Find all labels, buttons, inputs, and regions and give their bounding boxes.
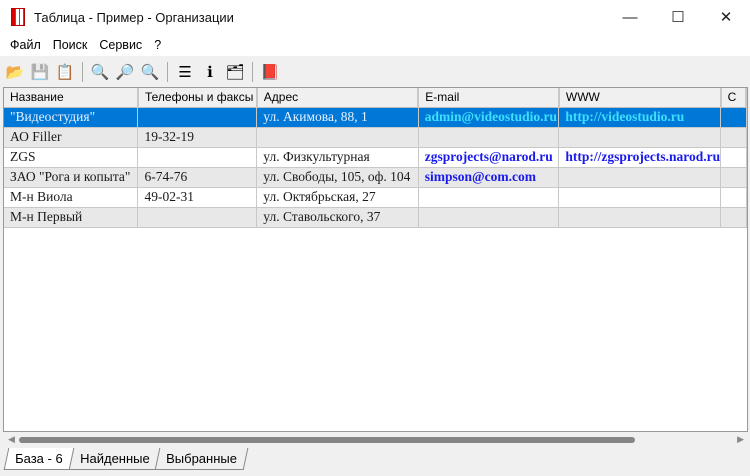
close-button[interactable]: ✕ xyxy=(702,0,750,34)
table-cell[interactable]: zgsprojects@narod.ru xyxy=(418,147,560,168)
table-row[interactable]: АО Filler 19-32-19 xyxy=(4,127,747,148)
tab-base[interactable]: База - 6 xyxy=(3,448,74,470)
zoom-info-icon: 🔍 xyxy=(90,64,110,81)
tab-found[interactable]: Найденные xyxy=(68,448,161,470)
data-grid: Название Телефоны и факсы Адрес E-mail WWW С … xyxy=(3,87,748,432)
table-row[interactable]: М-н Первый ул. Ставольского, 37 xyxy=(4,207,747,228)
table-cell[interactable]: АО Filler xyxy=(4,127,139,148)
menu-help[interactable]: ? xyxy=(148,38,167,52)
table-cell[interactable]: "Видеостудия" xyxy=(4,107,139,128)
table-row[interactable]: М-н Виола 49-02-31 ул. Октябрьская, 27 xyxy=(4,187,747,208)
open-folder-button[interactable]: 📂 xyxy=(4,61,26,83)
table-cell[interactable] xyxy=(720,107,747,128)
table-cell[interactable] xyxy=(720,147,747,168)
table-cell[interactable]: ул. Акимова, 88, 1 xyxy=(256,107,419,128)
search-icon: 🔎 xyxy=(115,64,135,81)
table-cell[interactable]: simpson@com.com xyxy=(418,167,560,188)
scroll-left-icon[interactable]: ◀ xyxy=(8,434,15,445)
menu-search[interactable]: Поиск xyxy=(47,38,94,52)
table-cell[interactable]: admin@videostudio.ru xyxy=(418,107,560,128)
table-row[interactable]: ЗАО "Рога и копыта" 6-74-76 ул. Свободы, 1… xyxy=(4,167,747,188)
toolbar-separator xyxy=(252,62,253,82)
table-cell[interactable] xyxy=(720,207,747,228)
table-cell[interactable] xyxy=(418,207,560,228)
menu-service[interactable]: Сервис xyxy=(93,38,148,52)
properties-button[interactable]: 🗂 xyxy=(224,61,246,83)
table-cell[interactable]: М-н Первый xyxy=(4,207,139,228)
scroll-right-icon[interactable]: ▶ xyxy=(737,434,744,445)
toolbar: 📂 💾 📋 🔍 🔎 🔍 ☰ ℹ 🗂 📕 xyxy=(0,58,750,86)
column-header[interactable]: С xyxy=(720,88,747,108)
table-row[interactable]: ZGS ул. Физкультурная zgsprojects@narod.ru… xyxy=(4,147,747,168)
table-cell[interactable] xyxy=(720,127,747,148)
maximize-button[interactable]: ☐ xyxy=(654,0,702,34)
title-bar: Таблица - Пример - Организации — ☐ ✕ xyxy=(0,0,750,34)
table-cell[interactable]: ZGS xyxy=(4,147,139,168)
column-header[interactable]: Телефоны и факсы xyxy=(137,88,258,108)
table-cell[interactable]: ул. Свободы, 105, оф. 104 xyxy=(256,167,419,188)
table-cell[interactable] xyxy=(256,127,419,148)
help-book-button[interactable]: 📕 xyxy=(259,61,281,83)
table-cell[interactable] xyxy=(558,167,722,188)
menu-file[interactable]: Файл xyxy=(4,38,47,52)
table-row[interactable]: "Видеостудия" ул. Акимова, 88, 1 admin@vid… xyxy=(4,107,747,128)
export-icon: 📋 xyxy=(55,64,75,81)
table-app-icon xyxy=(11,8,25,26)
scrollbar-thumb[interactable] xyxy=(19,437,635,443)
table-cell[interactable]: ул. Октябрьская, 27 xyxy=(256,187,419,208)
table-cell[interactable] xyxy=(720,187,747,208)
zoom-info-button[interactable]: 🔍 xyxy=(89,61,111,83)
table-cell[interactable] xyxy=(558,187,722,208)
zoom-add-icon: 🔍 xyxy=(140,64,160,81)
export-button[interactable]: 📋 xyxy=(54,61,76,83)
help-book-icon: 📕 xyxy=(260,64,280,81)
zoom-add-button[interactable]: 🔍 xyxy=(139,61,161,83)
table-cell[interactable]: http://zgsprojects.narod.ru xyxy=(558,147,722,168)
save-icon: 💾 xyxy=(30,64,50,81)
info-icon: ℹ xyxy=(207,64,213,81)
table-cell[interactable]: ул. Физкультурная xyxy=(256,147,419,168)
sheet-tabs: База - 6 Найденные Выбранные xyxy=(0,448,750,472)
column-header[interactable]: WWW xyxy=(558,88,722,108)
menu-bar: Файл Поиск Сервис ? xyxy=(0,34,750,56)
table-cell[interactable] xyxy=(137,207,258,228)
table-cell[interactable]: ЗАО "Рога и копыта" xyxy=(4,167,139,188)
open-folder-icon: 📂 xyxy=(5,64,25,81)
table-cell[interactable]: М-н Виола xyxy=(4,187,139,208)
table-cell[interactable] xyxy=(137,147,258,168)
table-cell[interactable]: 6-74-76 xyxy=(137,167,258,188)
table-cell[interactable] xyxy=(418,127,560,148)
save-button[interactable]: 💾 xyxy=(29,61,51,83)
table-cell[interactable] xyxy=(558,207,722,228)
table-cell[interactable] xyxy=(720,167,747,188)
sort-icon: ☰ xyxy=(178,64,192,81)
toolbar-separator xyxy=(82,62,83,82)
info-button[interactable]: ℹ xyxy=(199,61,221,83)
table-cell[interactable]: 49-02-31 xyxy=(137,187,258,208)
window-title: Таблица - Пример - Организации xyxy=(34,9,234,25)
column-header[interactable]: E-mail xyxy=(418,88,560,108)
horizontal-scrollbar[interactable]: ◀ ▶ xyxy=(3,432,748,447)
sort-button[interactable]: ☰ xyxy=(174,61,196,83)
column-header[interactable]: Адрес xyxy=(256,88,420,108)
toolbar-separator xyxy=(167,62,168,82)
search-button[interactable]: 🔎 xyxy=(114,61,136,83)
properties-icon: 🗂 xyxy=(225,64,245,81)
table-cell[interactable]: 19-32-19 xyxy=(137,127,258,148)
minimize-button[interactable]: — xyxy=(606,0,654,34)
table-cell[interactable] xyxy=(418,187,560,208)
table-cell[interactable] xyxy=(558,127,722,148)
table-cell[interactable] xyxy=(137,107,258,128)
table-cell[interactable]: ул. Ставольского, 37 xyxy=(256,207,419,228)
column-header[interactable]: Название xyxy=(4,88,139,108)
table-cell[interactable]: http://videostudio.ru xyxy=(558,107,722,128)
tab-selected[interactable]: Выбранные xyxy=(154,448,249,470)
